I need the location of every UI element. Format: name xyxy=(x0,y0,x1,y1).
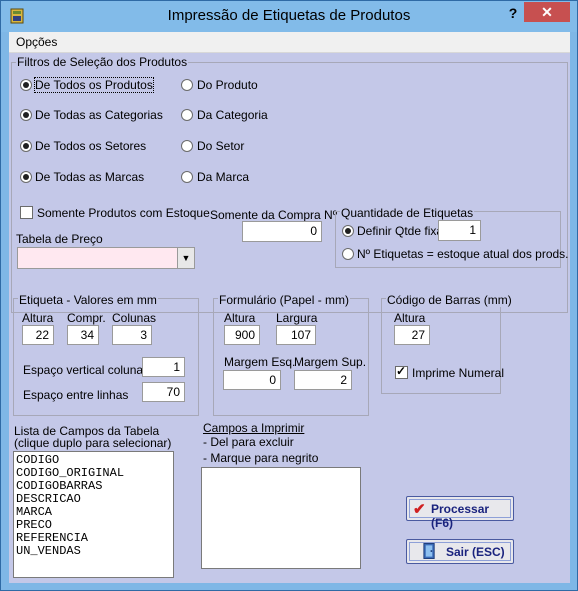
chevron-down-icon[interactable]: ▼ xyxy=(177,248,194,268)
margin-left-label: Margem Esq. xyxy=(224,355,296,369)
linespace-label: Espaço entre linhas xyxy=(23,388,129,402)
vspace-input[interactable]: 1 xyxy=(142,357,185,377)
radio-brand[interactable] xyxy=(181,171,193,183)
radio-stock-quantity[interactable] xyxy=(342,248,354,260)
print-fields-hint-2: - Marque para negrito xyxy=(203,451,319,465)
filters-group-title: Filtros de Seleção dos Produtos xyxy=(16,55,189,69)
radio-all-categories[interactable] xyxy=(20,109,32,121)
fixed-quantity-input[interactable]: 1 xyxy=(438,220,481,241)
form-group-title: Formulário (Papel - mm) xyxy=(218,293,351,307)
label-height-label: Altura xyxy=(22,311,54,325)
main-window: Impressão de Etiquetas de Produtos ? ✕ O… xyxy=(0,0,578,591)
label-height-input[interactable]: 22 xyxy=(22,325,54,345)
exit-door-icon xyxy=(423,543,435,559)
filters-group xyxy=(11,62,568,313)
purchase-number-label: Somente da Compra Nº xyxy=(210,208,338,222)
process-button[interactable]: ✔ Processar (F6) xyxy=(406,496,514,530)
form-height-input[interactable]: 900 xyxy=(224,325,260,345)
radio-all-sectors-label[interactable]: De Todos os Setores xyxy=(35,139,146,153)
radio-sector[interactable] xyxy=(181,140,193,152)
label-columns-label: Colunas xyxy=(112,311,157,325)
print-fields-listbox[interactable] xyxy=(201,467,361,569)
help-button[interactable]: ? xyxy=(504,5,522,23)
label-columns-input[interactable]: 3 xyxy=(112,325,152,345)
fields-list-title-2: (clique duplo para selecionar) xyxy=(14,436,172,450)
radio-category-label[interactable]: Da Categoria xyxy=(197,108,268,122)
margin-left-input[interactable]: 0 xyxy=(223,370,281,390)
radio-brand-label[interactable]: Da Marca xyxy=(197,170,249,184)
only-stock-label[interactable]: Somente Produtos com Estoque xyxy=(37,206,210,220)
window-title: Impressão de Etiquetas de Produtos xyxy=(167,7,411,24)
print-numeral-checkbox[interactable] xyxy=(395,364,408,379)
barcode-height-input[interactable]: 27 xyxy=(394,325,430,345)
radio-all-categories-label[interactable]: De Todas as Categorias xyxy=(35,108,163,122)
radio-sector-label[interactable]: Do Setor xyxy=(197,139,244,153)
fields-listbox[interactable]: CODIGO CODIGO_ORIGINAL CODIGOBARRAS DESC… xyxy=(13,451,174,578)
margin-top-label: Margem Sup. xyxy=(294,355,367,369)
form-width-input[interactable]: 107 xyxy=(276,325,316,345)
only-stock-checkbox[interactable] xyxy=(20,206,33,219)
linespace-input[interactable]: 70 xyxy=(142,382,185,402)
radio-category[interactable] xyxy=(181,109,193,121)
client-area: Opções Filtros de Seleção dos Produtos D… xyxy=(9,32,570,583)
radio-all-products-label[interactable]: De Todos os Produtos xyxy=(34,77,154,93)
radio-all-products[interactable] xyxy=(20,79,32,91)
form-height-label: Altura xyxy=(224,311,256,325)
close-button[interactable]: ✕ xyxy=(524,2,570,22)
radio-fixed-quantity-label[interactable]: Definir Qtde fixa xyxy=(357,224,443,238)
form-width-label: Largura xyxy=(276,311,318,325)
list-item[interactable]: UN_VENDAS xyxy=(16,545,171,558)
exit-button[interactable]: Sair (ESC) xyxy=(406,539,514,564)
menu-options[interactable]: Opções xyxy=(16,35,57,49)
barcode-height-label: Altura xyxy=(394,311,426,325)
margin-top-input[interactable]: 2 xyxy=(294,370,352,390)
label-length-input[interactable]: 34 xyxy=(67,325,99,345)
menu-bar: Opções xyxy=(9,32,570,53)
vspace-label: Espaço vertical colunas xyxy=(23,363,150,377)
process-button-label: Processar (F6) xyxy=(431,502,490,530)
radio-product-label[interactable]: Do Produto xyxy=(197,78,258,92)
radio-stock-quantity-label[interactable]: Nº Etiquetas = estoque atual dos prods. xyxy=(357,247,569,261)
checkmark-icon: ✔ xyxy=(413,501,426,518)
price-table-label: Tabela de Preço xyxy=(16,232,103,246)
label-length-label: Compr. xyxy=(67,311,106,325)
print-numeral-label[interactable]: Imprime Numeral xyxy=(412,366,504,380)
barcode-group-title: Código de Barras (mm) xyxy=(386,293,513,307)
label-values-title: Etiqueta - Valores em mm xyxy=(18,293,158,307)
price-table-select[interactable]: ▼ xyxy=(17,247,195,269)
radio-fixed-quantity[interactable] xyxy=(342,225,354,237)
radio-product[interactable] xyxy=(181,79,193,91)
purchase-number-input[interactable]: 0 xyxy=(242,221,322,242)
radio-all-sectors[interactable] xyxy=(20,140,32,152)
exit-button-label: Sair (ESC) xyxy=(446,545,505,559)
title-bar: Impressão de Etiquetas de Produtos ? ✕ xyxy=(1,1,577,32)
print-fields-hint-1: - Del para excluir xyxy=(203,435,294,449)
quantity-group-title: Quantidade de Etiquetas xyxy=(340,206,475,220)
radio-all-brands-label[interactable]: De Todas as Marcas xyxy=(35,170,144,184)
print-fields-title: Campos a Imprimir xyxy=(203,421,305,435)
radio-all-brands[interactable] xyxy=(20,171,32,183)
